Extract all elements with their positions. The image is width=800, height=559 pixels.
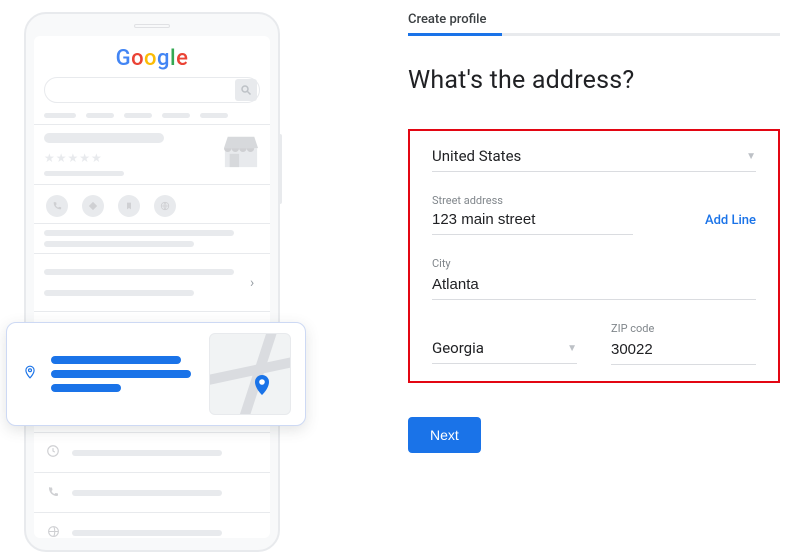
chevron-down-icon: ▼ <box>746 151 756 162</box>
street-input[interactable] <box>432 211 693 228</box>
add-line-button[interactable]: Add Line <box>705 213 756 228</box>
zip-label: ZIP code <box>611 322 756 335</box>
action-icons-row <box>46 195 260 217</box>
street-field: Street address Add Line <box>432 194 756 235</box>
city-field: City <box>432 257 756 300</box>
knowledge-panel-placeholder: ★★★★★ <box>44 133 260 176</box>
search-tabs-placeholder <box>44 113 260 118</box>
chevron-right-icon: › <box>250 275 260 291</box>
page-title: What's the address? <box>408 66 780 95</box>
country-field[interactable]: United States ▼ <box>432 147 756 172</box>
city-label: City <box>432 257 756 270</box>
text-line-placeholder <box>44 230 234 236</box>
map-pin-icon <box>250 370 274 407</box>
list-item <box>44 483 260 502</box>
address-highlight-box: United States ▼ Street address Add Line … <box>408 129 780 383</box>
search-bar-placeholder <box>44 77 260 103</box>
list-item <box>44 443 260 462</box>
list-item <box>44 523 260 538</box>
city-input[interactable] <box>432 276 756 293</box>
directions-icon <box>82 195 104 217</box>
phone-icon <box>44 483 62 502</box>
state-field[interactable]: Georgia ▼ <box>432 322 577 365</box>
bookmark-icon <box>118 195 140 217</box>
progress-bar <box>408 33 780 36</box>
phone-volume-rocker <box>278 134 282 204</box>
storefront-icon <box>222 133 260 169</box>
step-title: Create profile <box>408 12 780 27</box>
next-button[interactable]: Next <box>408 417 481 453</box>
clock-icon <box>44 443 62 462</box>
address-form: Create profile What's the address? Unite… <box>408 12 780 453</box>
country-value: United States <box>432 147 746 165</box>
address-preview-card <box>6 322 306 426</box>
globe-icon <box>154 195 176 217</box>
chevron-down-icon: ▼ <box>567 343 577 354</box>
zip-field: ZIP code <box>611 322 756 365</box>
state-value: Georgia <box>432 339 567 357</box>
street-label: Street address <box>432 194 756 207</box>
pin-outline-icon <box>21 363 39 385</box>
map-thumbnail <box>209 333 291 415</box>
search-icon <box>235 79 257 101</box>
star-rating-icon: ★★★★★ <box>44 151 214 165</box>
phone-screen: Google ★★★★★ <box>34 36 270 538</box>
zip-input[interactable] <box>611 341 756 358</box>
google-logo: Google <box>44 46 260 71</box>
phone-mockup: Google ★★★★★ <box>24 12 280 552</box>
phone-icon <box>46 195 68 217</box>
globe-icon <box>44 523 62 538</box>
list-item: › <box>44 264 260 301</box>
text-line-placeholder <box>44 241 194 247</box>
phone-speaker <box>134 24 170 28</box>
